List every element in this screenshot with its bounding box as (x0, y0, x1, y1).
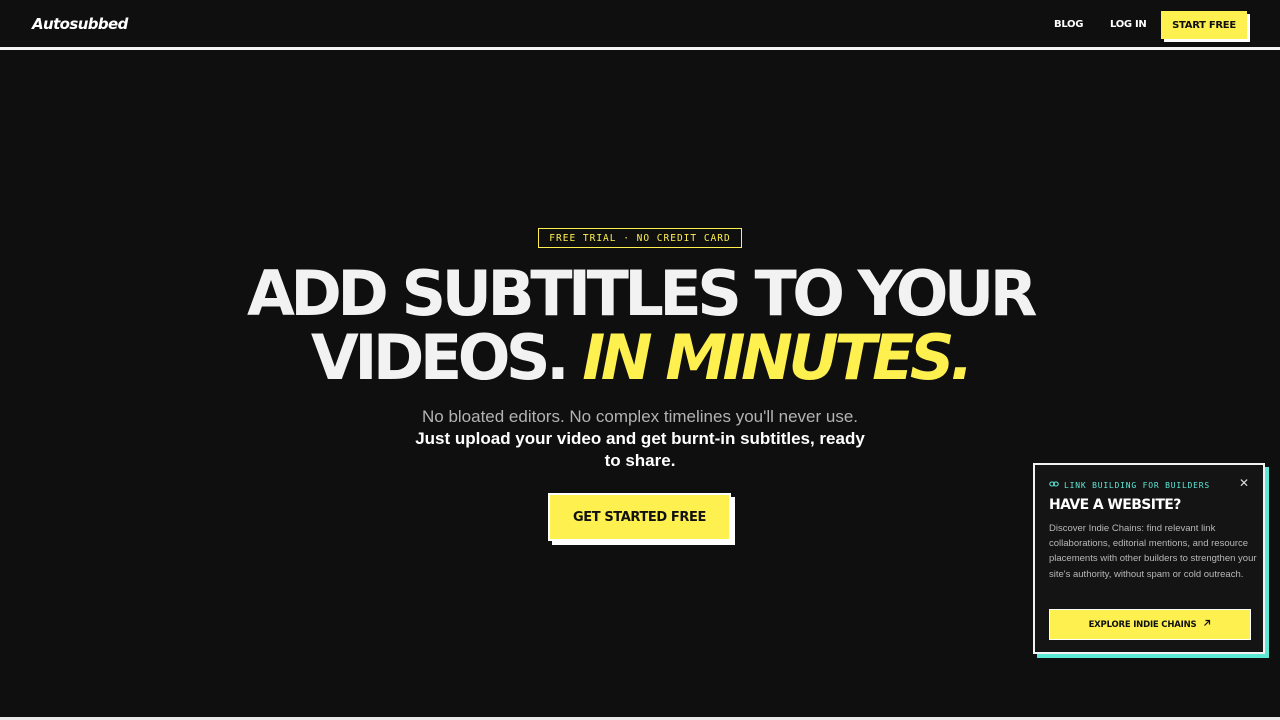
indie-chains-popup: LINK BUILDING FOR BUILDERS ✕ HAVE A WEBS… (1033, 463, 1265, 654)
free-trial-badge: FREE TRIAL · NO CREDIT CARD (538, 228, 742, 248)
nav-blog-link[interactable]: BLOG (1054, 19, 1083, 30)
hero-subtitle-light: No bloated editors. No complex timelines… (421, 407, 858, 426)
close-icon[interactable]: ✕ (1239, 477, 1249, 489)
hero-subtitle-bold: Just upload your video and get burnt-in … (415, 429, 865, 470)
hero-headline: ADD SUBTITLES TO YOUR VIDEOS. IN MINUTES… (0, 262, 1280, 390)
headline-line-1: ADD SUBTITLES TO YOUR (246, 257, 1038, 330)
nav-login-link[interactable]: LOG IN (1110, 19, 1147, 30)
start-free-button[interactable]: START FREE (1161, 11, 1247, 39)
site-header: Autosubbed BLOG LOG IN START FREE (0, 0, 1280, 50)
headline-line-2: VIDEOS. (310, 321, 570, 394)
popup-eyebrow: LINK BUILDING FOR BUILDERS (1049, 479, 1210, 491)
popup-eyebrow-label: LINK BUILDING FOR BUILDERS (1064, 480, 1211, 490)
popup-body: Discover Indie Chains: find relevant lin… (1049, 523, 1257, 580)
popup-title: HAVE A WEBSITE? (1049, 497, 1181, 513)
headline-accent: IN MINUTES. (582, 321, 973, 394)
arrow-up-right-icon (1203, 619, 1211, 630)
logo[interactable]: Autosubbed (32, 15, 128, 33)
link-icon (1049, 479, 1059, 491)
explore-indie-chains-button[interactable]: EXPLORE INDIE CHAINS (1049, 609, 1251, 640)
popup-button-label: EXPLORE INDIE CHAINS (1088, 619, 1197, 630)
get-started-button[interactable]: GET STARTED FREE (548, 493, 731, 541)
